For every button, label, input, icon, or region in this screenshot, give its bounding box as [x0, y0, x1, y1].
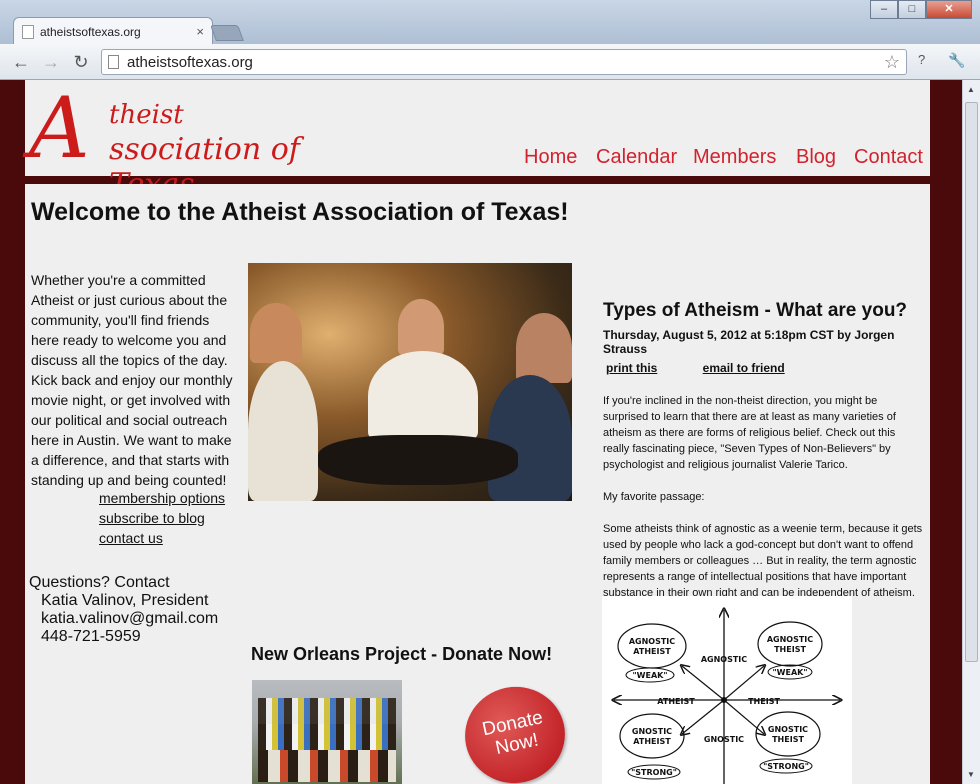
label-axis-gnostic: GNOSTIC — [704, 735, 744, 744]
back-button[interactable]: ← — [10, 51, 32, 73]
label-axis-agnostic: AGNOSTIC — [701, 655, 747, 664]
contact-info: Questions? Contact Katia Valinov, Presid… — [29, 574, 218, 646]
article-actions: print this email to friend — [603, 361, 923, 375]
bookmark-star-icon[interactable]: ☆ — [884, 52, 900, 73]
main-content: Welcome to the Atheist Association of Te… — [25, 184, 930, 784]
donate-now-button[interactable]: Donate Now! — [456, 677, 574, 784]
window-controls: – □ ✕ — [870, 0, 972, 19]
maximize-button[interactable]: □ — [898, 0, 926, 19]
label-axis-theist: THEIST — [748, 697, 780, 706]
tab-title: atheistsoftexas.org — [40, 24, 141, 39]
minimize-button[interactable]: – — [870, 0, 898, 19]
label-agnostic-theist-2: THEIST — [774, 645, 806, 654]
label-axis-atheist: ATHEIST — [657, 697, 695, 706]
scroll-up-icon[interactable]: ▲ — [967, 85, 975, 94]
label-strong-right: "STRONG" — [763, 762, 809, 771]
meeting-photo — [248, 263, 572, 501]
atheism-types-diagram: AGNOSTIC ATHEIST AGNOSTIC THEIST GNOSTIC… — [602, 596, 852, 784]
browser-tab[interactable]: atheistsoftexas.org × — [13, 17, 213, 45]
article-body: If you're inclined in the non-theist dir… — [603, 393, 923, 601]
site-header: A theist ssociation of Texas Home Calend… — [25, 80, 930, 202]
new-orleans-heading: New Orleans Project - Donate Now! — [251, 644, 553, 664]
article-paragraph: My favorite passage: — [603, 491, 705, 503]
print-link[interactable]: print this — [606, 361, 657, 375]
label-weak-right: "WEAK" — [772, 668, 807, 677]
label-agnostic-theist-1: AGNOSTIC — [767, 635, 813, 644]
vertical-scrollbar[interactable]: ▲ ▼ — [962, 80, 980, 784]
contact-us-link[interactable]: contact us — [99, 528, 225, 548]
page-menu-icon[interactable]: ? — [918, 52, 925, 67]
questions-heading: Questions? Contact — [29, 574, 170, 591]
nav-calendar[interactable]: Calendar — [596, 146, 677, 169]
logo-initial-a: A — [29, 80, 90, 177]
label-gnostic-atheist-2: ATHEIST — [633, 737, 671, 746]
tab-close-icon[interactable]: × — [196, 24, 204, 39]
label-gnostic-atheist-1: GNOSTIC — [632, 727, 672, 736]
reload-button[interactable]: ↻ — [70, 51, 92, 73]
forward-button[interactable]: → — [40, 51, 62, 73]
new-tab-button[interactable] — [210, 25, 244, 41]
volunteer-group-photo — [252, 680, 402, 784]
close-window-button[interactable]: ✕ — [926, 0, 972, 19]
logo-line1: theist — [109, 100, 184, 130]
nav-members[interactable]: Members — [693, 146, 776, 169]
label-gnostic-theist-1: GNOSTIC — [768, 725, 808, 734]
article-paragraph: If you're inclined in the non-theist dir… — [603, 395, 896, 471]
label-strong-left: "STRONG" — [631, 768, 677, 777]
browser-titlebar: atheistsoftexas.org × – □ ✕ — [0, 0, 980, 45]
article-byline: Thursday, August 5, 2012 at 5:18pm CST b… — [603, 328, 895, 356]
nav-blog[interactable]: Blog — [796, 146, 836, 169]
subscribe-blog-link[interactable]: subscribe to blog — [99, 508, 225, 528]
page-favicon-icon — [22, 24, 34, 39]
address-url[interactable]: atheistsoftexas.org — [127, 54, 884, 71]
label-weak-left: "WEAK" — [632, 671, 667, 680]
article-paragraph: Some atheists think of agnostic as a wee… — [603, 523, 923, 599]
wrench-icon[interactable]: 🔧 — [948, 52, 965, 69]
label-agnostic-atheist-1: AGNOSTIC — [629, 637, 675, 646]
intro-links: membership options subscribe to blog con… — [99, 488, 225, 548]
intro-text: Whether you're a committed Atheist or ju… — [31, 272, 233, 488]
nav-contact[interactable]: Contact — [854, 146, 923, 169]
contact-name: Katia Valinov, President — [41, 592, 209, 609]
browser-toolbar: ← → ↻ atheistsoftexas.org ☆ ? 🔧 — [0, 44, 980, 80]
article-title[interactable]: Types of Atheism - What are you? — [603, 300, 923, 322]
page-icon — [108, 55, 119, 69]
membership-options-link[interactable]: membership options — [99, 488, 225, 508]
address-bar[interactable]: atheistsoftexas.org ☆ — [101, 49, 907, 75]
email-friend-link[interactable]: email to friend — [703, 361, 785, 375]
atheism-diagram-svg: AGNOSTIC ATHEIST AGNOSTIC THEIST GNOSTIC… — [602, 596, 852, 784]
nav-home[interactable]: Home — [524, 146, 577, 169]
scroll-down-icon[interactable]: ▼ — [967, 770, 975, 779]
label-agnostic-atheist-2: ATHEIST — [633, 647, 671, 656]
page-viewport: A theist ssociation of Texas Home Calend… — [0, 80, 962, 784]
label-gnostic-theist-2: THEIST — [772, 735, 804, 744]
blog-article: Types of Atheism - What are you? Thursda… — [603, 300, 923, 617]
page-title: Welcome to the Atheist Association of Te… — [31, 198, 569, 226]
contact-email: katia.valinov@gmail.com — [41, 610, 219, 627]
scroll-thumb[interactable] — [965, 102, 978, 662]
site-logo[interactable]: A theist ssociation of Texas — [25, 80, 385, 202]
contact-phone: 448-721-5959 — [41, 628, 141, 645]
